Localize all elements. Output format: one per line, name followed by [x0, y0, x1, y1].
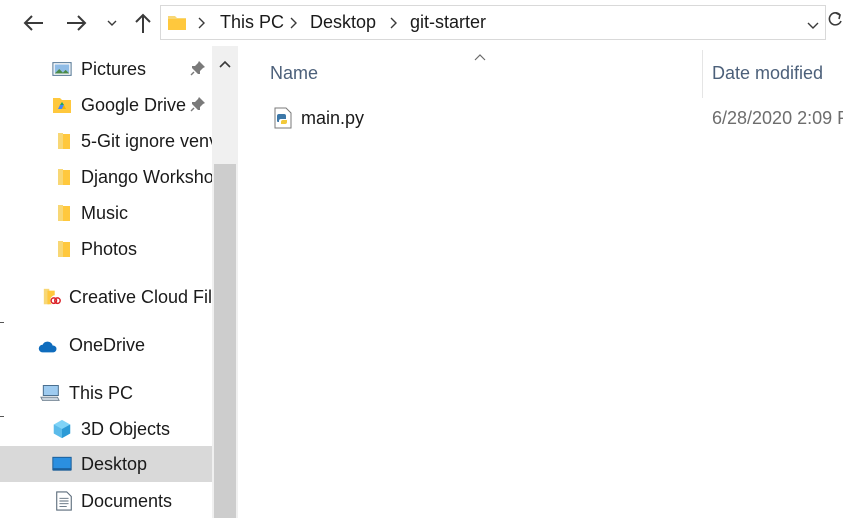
3d-objects-icon [53, 419, 71, 439]
sidebar-item-pictures[interactable]: Pictures [0, 51, 212, 87]
scroll-up-button[interactable] [212, 46, 238, 82]
sidebar-item-google-drive[interactable]: Google Drive [0, 87, 212, 123]
forward-arrow-icon [67, 15, 87, 31]
chevron-down-icon [807, 22, 819, 29]
navigation-pane: Pictures Google Drive 5-Git ignore venv [0, 46, 238, 518]
folder-icon [58, 205, 70, 221]
navigation-bar: This PC Desktop git-starter [0, 0, 843, 46]
python-file-icon [274, 107, 292, 129]
scroll-thumb[interactable] [214, 164, 236, 518]
sidebar-item-label: Pictures [81, 59, 147, 79]
breadcrumb-git-starter[interactable]: git-starter [410, 6, 486, 39]
breadcrumb-separator[interactable] [389, 6, 397, 39]
sidebar-item-documents[interactable]: Documents [0, 483, 212, 518]
sidebar-item-onedrive[interactable]: OneDrive [0, 327, 212, 363]
sidebar-item-label: Google Drive [81, 95, 186, 115]
file-row[interactable]: main.py 6/28/2020 2:09 PM [262, 101, 843, 135]
chevron-up-icon [219, 60, 231, 68]
creative-cloud-folder-icon [43, 288, 62, 307]
file-list-pane: Name Date modified main.py 6/28/2020 2:0… [238, 46, 843, 518]
sidebar-item-label: 5-Git ignore venv [81, 131, 212, 151]
recent-locations-button[interactable] [104, 8, 120, 38]
sidebar-item-label: This PC [69, 383, 134, 403]
column-header-name[interactable]: Name [270, 46, 318, 100]
chevron-up-icon [474, 54, 486, 61]
breadcrumb-separator[interactable] [289, 6, 297, 39]
refresh-button[interactable] [828, 10, 842, 33]
sidebar-item-label: Django Workshop [81, 167, 212, 187]
up-button[interactable] [130, 8, 156, 38]
column-divider[interactable] [702, 50, 703, 98]
sidebar-item-this-pc[interactable]: This PC [0, 375, 212, 411]
chevron-right-icon [198, 17, 205, 28]
sidebar-item-label: Photos [81, 239, 138, 259]
address-history-dropdown[interactable] [807, 17, 819, 35]
pin-icon [190, 61, 205, 76]
google-drive-folder-icon [53, 98, 71, 113]
forward-button[interactable] [62, 8, 92, 38]
breadcrumb-desktop[interactable]: Desktop [310, 6, 376, 39]
chevron-right-icon [290, 17, 297, 28]
chevron-down-icon [107, 20, 117, 26]
sidebar-item-5-git-ignore-venv[interactable]: 5-Git ignore venv [0, 123, 212, 159]
sidebar-item-creative-cloud-files[interactable]: Creative Cloud Files [0, 279, 212, 315]
onedrive-cloud-icon [38, 341, 57, 353]
documents-icon [56, 491, 72, 511]
file-date-modified: 6/28/2020 2:09 PM [712, 108, 843, 128]
sidebar-item-music[interactable]: Music [0, 195, 212, 231]
sidebar-item-label: Desktop [81, 454, 148, 474]
address-bar[interactable]: This PC Desktop git-starter [160, 5, 826, 40]
pictures-icon [52, 62, 72, 76]
navigation-pane-scrollbar[interactable] [212, 46, 238, 518]
sidebar-item-label: Creative Cloud Files [69, 287, 212, 307]
sidebar-item-3d-objects[interactable]: 3D Objects [0, 411, 212, 447]
sidebar-item-desktop[interactable]: Desktop [0, 446, 212, 482]
up-arrow-icon [135, 13, 151, 33]
sort-ascending-indicator [474, 48, 486, 66]
sidebar-item-label: OneDrive [69, 335, 146, 355]
sidebar-item-label: Music [81, 203, 129, 223]
folder-icon [58, 133, 70, 149]
pin-icon [190, 97, 205, 112]
computer-icon [40, 385, 60, 401]
sidebar-item-django-workshop[interactable]: Django Workshop [0, 159, 212, 195]
file-name: main.py [301, 108, 365, 128]
divider [0, 322, 4, 323]
folder-icon [58, 169, 70, 185]
sidebar-item-photos[interactable]: Photos [0, 231, 212, 267]
sidebar-item-label: Documents [81, 491, 173, 511]
back-arrow-icon [23, 15, 43, 31]
folder-icon [58, 241, 70, 257]
column-header-date-modified[interactable]: Date modified [712, 46, 823, 100]
breadcrumb-separator[interactable] [197, 6, 205, 39]
back-button[interactable] [18, 8, 48, 38]
desktop-icon [52, 456, 72, 471]
breadcrumb-this-pc[interactable]: This PC [220, 6, 284, 39]
chevron-right-icon [390, 17, 397, 28]
refresh-icon [828, 12, 842, 26]
folder-icon [168, 16, 186, 30]
sidebar-item-label: 3D Objects [81, 419, 171, 439]
